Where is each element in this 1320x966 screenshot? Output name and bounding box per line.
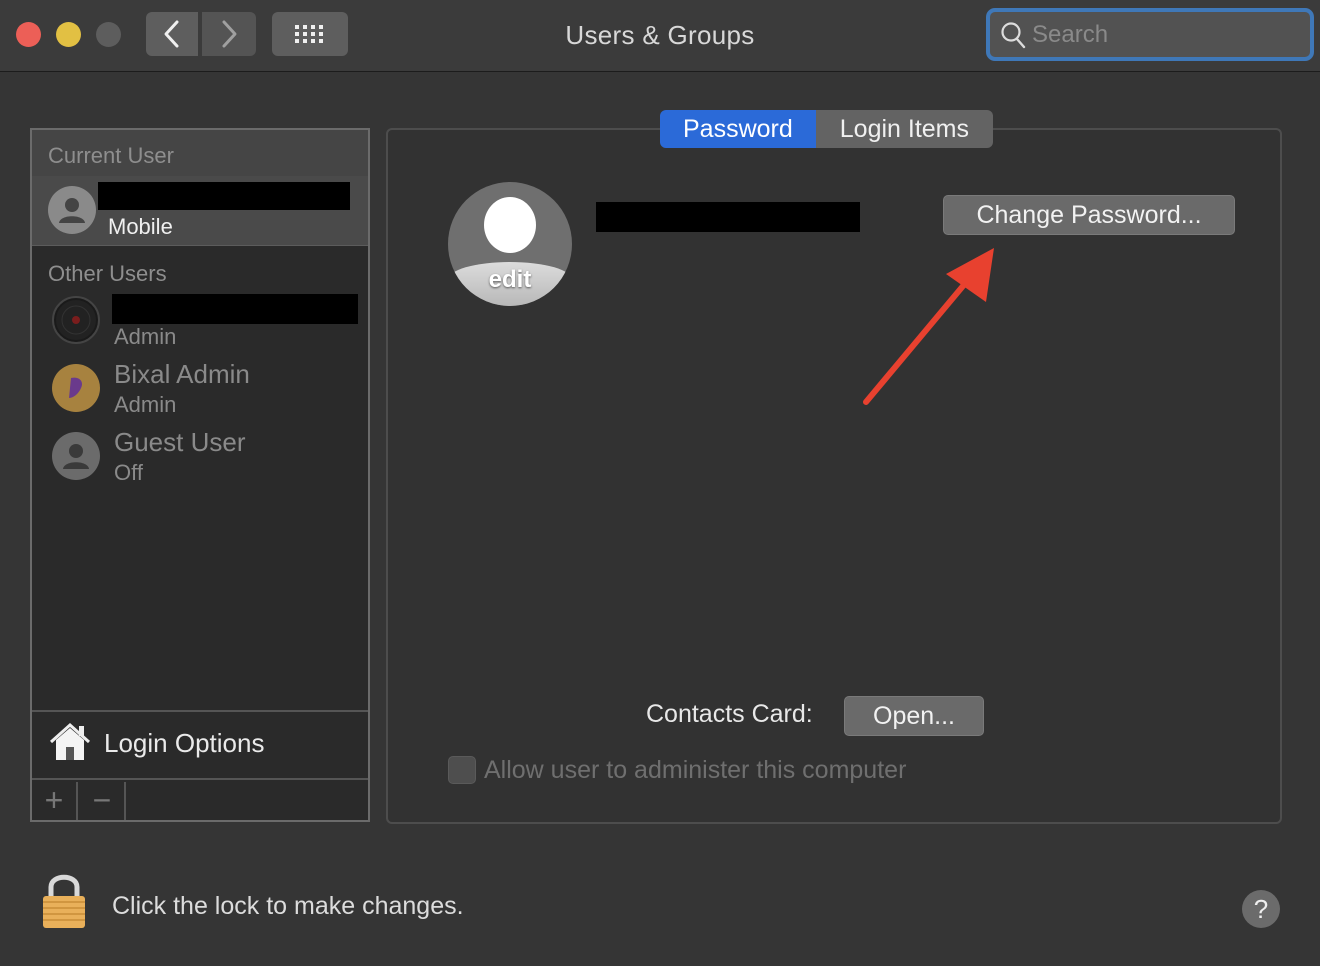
user-silhouette-icon — [59, 198, 85, 223]
users-sidebar: Current User Mobile Other Users Admin Bi… — [30, 128, 370, 822]
current-user-header: Current User — [32, 130, 368, 176]
house-icon — [49, 722, 91, 760]
tab-bar: Password Login Items — [660, 110, 994, 148]
lock-icon[interactable] — [40, 870, 88, 930]
search-icon — [1001, 21, 1026, 48]
current-user-role: Mobile — [108, 214, 173, 239]
remove-user-button[interactable]: − — [80, 782, 126, 820]
allow-admin-label: Allow user to administer this computer — [484, 756, 907, 784]
red-annotation-arrow-icon — [863, 248, 994, 405]
user-role: Admin — [114, 324, 177, 349]
user-silhouette-icon — [484, 197, 536, 253]
current-user-avatar — [48, 186, 96, 234]
redacted-name — [112, 294, 358, 324]
edit-picture-label[interactable]: edit — [448, 262, 572, 306]
user-avatar — [52, 296, 100, 344]
allow-admin-checkbox[interactable] — [448, 756, 476, 784]
user-role: Admin — [114, 392, 177, 417]
user-role: Off — [114, 460, 143, 485]
contacts-card-label: Contacts Card: — [646, 700, 813, 728]
list-item[interactable]: Guest User Off — [32, 426, 368, 488]
other-users-header: Other Users — [48, 261, 167, 286]
user-picture[interactable]: edit — [448, 182, 572, 306]
list-item[interactable]: Bixal Admin Admin — [32, 358, 368, 420]
redacted-full-name — [596, 202, 860, 232]
search-box[interactable] — [986, 8, 1314, 61]
open-contacts-button[interactable]: Open... — [844, 696, 984, 736]
add-user-button[interactable]: + — [32, 782, 78, 820]
login-options-label: Login Options — [104, 728, 265, 758]
user-avatar — [52, 432, 100, 480]
add-remove-bar: + − — [32, 782, 368, 820]
list-item[interactable]: Admin — [32, 294, 368, 354]
title-bar: Users & Groups — [0, 0, 1320, 72]
vinyl-record-icon — [56, 300, 96, 340]
redacted-name — [98, 182, 350, 210]
tab-login-items[interactable]: Login Items — [815, 110, 994, 148]
bixal-logo-icon — [69, 377, 82, 398]
lock-message: Click the lock to make changes. — [112, 892, 464, 920]
user-name: Bixal Admin — [114, 359, 250, 389]
user-avatar — [52, 364, 100, 412]
search-input[interactable] — [1032, 20, 1302, 49]
login-options-row[interactable]: Login Options — [32, 710, 368, 780]
current-user-row[interactable]: Mobile — [32, 176, 368, 246]
user-name: Guest User — [114, 427, 246, 457]
help-button[interactable]: ? — [1242, 890, 1280, 928]
change-password-button[interactable]: Change Password... — [943, 195, 1235, 235]
tab-password[interactable]: Password — [660, 110, 816, 148]
user-silhouette-icon — [63, 444, 89, 469]
